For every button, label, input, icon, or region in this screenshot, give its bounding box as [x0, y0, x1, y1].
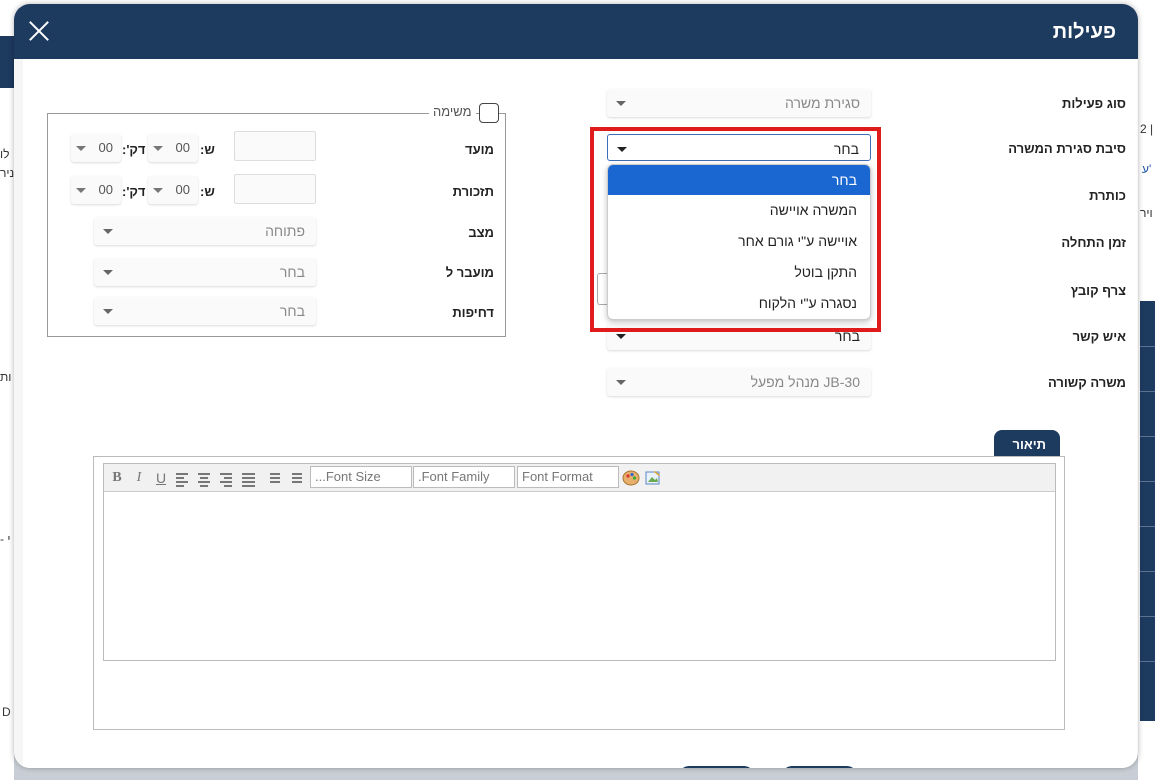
due-minutes-value: 00 — [98, 140, 113, 155]
status-select[interactable]: פתוחה — [94, 217, 316, 245]
modal-header: פעילות — [14, 4, 1138, 59]
unordered-list-icon[interactable] — [287, 471, 305, 489]
reminder-minutes-value: 00 — [98, 182, 113, 197]
start-time-label: זמן התחלה — [1061, 235, 1126, 250]
description-box: B I U ...Font Size .Font Family Font For… — [93, 456, 1065, 730]
editor-content-area[interactable] — [104, 492, 1055, 660]
background-text: ע' — [1142, 162, 1152, 176]
due-minutes-select[interactable]: 00 — [71, 134, 121, 162]
chevron-down-icon — [76, 188, 86, 193]
priority-label: דחיפות — [452, 305, 494, 320]
activity-type-label: סוג פעילות — [1062, 96, 1126, 111]
align-center-icon[interactable] — [197, 471, 215, 489]
palette-icon[interactable] — [622, 469, 640, 487]
align-right-icon[interactable] — [219, 471, 237, 489]
task-legend: משימה — [429, 104, 476, 119]
editor-toolbar: B I U ...Font Size .Font Family Font For… — [104, 464, 1055, 492]
attach-file-label: צרף קובץ — [1070, 283, 1126, 298]
background-text: ות — [0, 370, 12, 384]
transferred-to-label: מועבר ל — [445, 265, 494, 280]
align-left-icon[interactable] — [175, 471, 193, 489]
reminder-label: תזכורת — [452, 184, 494, 199]
activity-type-value: סגירת משרה — [785, 95, 860, 111]
reminder-minutes-label: דק': — [122, 184, 146, 199]
due-hours-label: ש: — [200, 142, 215, 157]
priority-select[interactable]: בחר — [94, 297, 316, 325]
reminder-minutes-select[interactable]: 00 — [71, 176, 121, 204]
activity-modal: פעילות סוג פעילות סגירת משרה סיבת סגירת … — [14, 4, 1138, 768]
highlight-box — [590, 127, 881, 332]
chevron-down-icon — [103, 229, 113, 234]
chevron-down-icon — [153, 146, 163, 151]
modal-body: סוג פעילות סגירת משרה סיבת סגירת המשרה ב… — [23, 59, 1137, 768]
italic-button[interactable]: I — [130, 469, 148, 487]
align-justify-icon[interactable] — [241, 471, 259, 489]
related-job-select[interactable]: JB-30 מנהל מפעל — [607, 368, 871, 396]
background-right-panel — [1138, 36, 1155, 780]
activity-type-select[interactable]: סגירת משרה — [607, 89, 871, 117]
rich-text-editor: B I U ...Font Size .Font Family Font For… — [103, 463, 1056, 661]
chevron-down-icon — [616, 380, 626, 385]
background-right-band — [1140, 301, 1155, 721]
chevron-down-icon — [103, 309, 113, 314]
insert-image-icon[interactable] — [644, 469, 662, 487]
description-tab[interactable]: תיאור — [994, 430, 1060, 459]
close-icon[interactable] — [28, 20, 50, 42]
title-label: כותרת — [1089, 188, 1126, 203]
due-label: מועד — [465, 142, 494, 157]
due-minutes-label: דק': — [122, 142, 146, 157]
modal-title: פעילות — [1052, 21, 1116, 43]
underline-button[interactable]: U — [152, 469, 170, 487]
background-text: D — [2, 705, 11, 719]
footer-button[interactable] — [782, 766, 857, 768]
background-text: 2 | — [1140, 122, 1154, 136]
chevron-down-icon — [616, 101, 626, 106]
due-hours-select[interactable]: 00 — [148, 134, 198, 162]
close-reason-label: סיבת סגירת המשרה — [1008, 141, 1126, 156]
footer-button[interactable] — [679, 766, 754, 768]
related-job-label: משרה קשורה — [1047, 375, 1126, 390]
priority-value: בחר — [279, 303, 305, 319]
transferred-to-value: בחר — [279, 264, 305, 280]
background-text: ניר — [0, 166, 15, 180]
chevron-down-icon — [153, 188, 163, 193]
background-text: לו — [0, 147, 10, 161]
reminder-hours-select[interactable]: 00 — [148, 176, 198, 204]
due-date-input[interactable] — [234, 131, 316, 161]
bold-button[interactable]: B — [108, 469, 126, 487]
background-left-dark-block — [0, 36, 14, 88]
background-text: - י — [0, 532, 11, 546]
reminder-date-input[interactable] — [234, 174, 316, 204]
background-text: ויר — [1140, 206, 1153, 220]
reminder-hours-label: ש: — [200, 184, 215, 199]
related-job-value: JB-30 מנהל מפעל — [750, 374, 860, 390]
status-label: מצב — [468, 225, 494, 240]
chevron-down-icon — [103, 270, 113, 275]
contact-label: איש קשר — [1072, 329, 1126, 344]
ordered-list-icon[interactable] — [265, 471, 283, 489]
task-checkbox[interactable] — [479, 103, 499, 123]
chevron-down-icon — [616, 334, 626, 339]
font-format-select[interactable]: Font Format — [517, 466, 619, 488]
transferred-to-select[interactable]: בחר — [94, 258, 316, 286]
font-family-select[interactable]: .Font Family — [413, 466, 515, 488]
chevron-down-icon — [76, 146, 86, 151]
due-hours-value: 00 — [175, 140, 190, 155]
font-size-select[interactable]: ...Font Size — [310, 466, 412, 488]
description-tab-label: תיאור — [1012, 437, 1046, 452]
status-value: פתוחה — [265, 223, 305, 239]
reminder-hours-value: 00 — [175, 182, 190, 197]
